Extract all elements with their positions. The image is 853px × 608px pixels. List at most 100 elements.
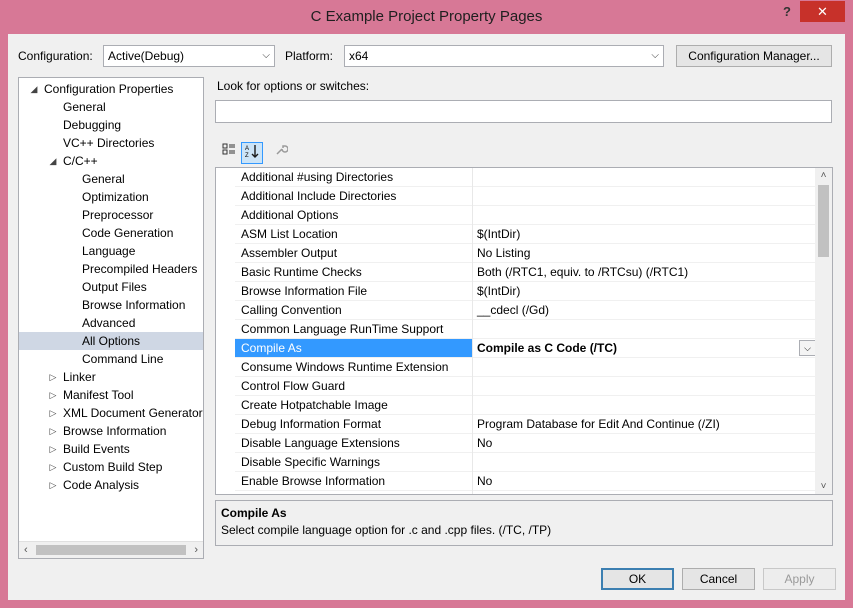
tree-item[interactable]: All Options [19,332,203,350]
tree-item[interactable]: Command Line [19,350,203,368]
scrollbar-thumb[interactable] [818,185,829,257]
property-row[interactable]: Additional #using Directories [235,168,817,187]
close-button[interactable]: ✕ [800,1,845,22]
property-row[interactable]: Basic Runtime Checks Both (/RTC1, equiv. … [235,263,817,282]
tree-item[interactable]: Browse Information [19,296,203,314]
column-divider[interactable] [472,377,473,396]
apply-button[interactable]: Apply [763,568,836,590]
tree-item[interactable]: Language [19,242,203,260]
property-row[interactable]: Consume Windows Runtime Extension [235,358,817,377]
property-row[interactable]: Disable Language Extensions No [235,434,817,453]
configuration-select[interactable]: Active(Debug) ⌵ [103,45,275,67]
property-row[interactable]: Create Hotpatchable Image [235,396,817,415]
column-divider[interactable] [472,244,473,263]
column-divider[interactable] [472,168,473,187]
tree-item[interactable]: ▷ Browse Information [19,422,203,440]
property-row[interactable]: Enable C++ Exceptions Yes (/EHsc) [235,491,817,494]
scroll-right-icon[interactable]: › [194,542,198,558]
column-divider[interactable] [472,263,473,282]
tree-item[interactable]: ◢ Configuration Properties [19,80,203,98]
property-row[interactable]: Control Flow Guard [235,377,817,396]
property-value[interactable]: __cdecl (/Gd) [477,301,549,319]
alphabetical-sort-icon[interactable]: AZ [241,142,263,164]
tree-item[interactable]: Advanced [19,314,203,332]
property-row[interactable]: Enable Browse Information No [235,472,817,491]
column-divider[interactable] [472,358,473,377]
help-button[interactable]: ? [775,3,799,23]
property-row[interactable]: Common Language RunTime Support [235,320,817,339]
expanded-arrow-icon[interactable]: ◢ [29,80,39,98]
collapsed-arrow-icon[interactable]: ▷ [48,422,58,440]
chevron-down-icon[interactable]: ⌵ [799,340,816,356]
collapsed-arrow-icon[interactable]: ▷ [48,386,58,404]
collapsed-arrow-icon[interactable]: ▷ [48,404,58,422]
scroll-up-icon[interactable]: ˄ [815,170,832,181]
column-divider[interactable] [472,301,473,320]
collapsed-arrow-icon[interactable]: ▷ [48,458,58,476]
property-pages-wrench-icon[interactable] [270,142,292,164]
property-row[interactable]: Disable Specific Warnings [235,453,817,472]
property-value[interactable]: Program Database for Edit And Continue (… [477,415,720,433]
property-value[interactable]: Yes (/EHsc) [477,491,540,494]
search-input[interactable] [215,100,832,123]
scroll-left-icon[interactable]: ‹ [24,542,28,558]
column-divider[interactable] [472,453,473,472]
property-row[interactable]: Browse Information File $(IntDir) [235,282,817,301]
tree-item[interactable]: VC++ Directories [19,134,203,152]
tree-item[interactable]: ▷ Linker [19,368,203,386]
property-tree[interactable]: ▷ Code Analysis ▷ Custom Build Step ▷ Build E… [18,77,204,559]
tree-item[interactable]: ▷ Manifest Tool [19,386,203,404]
property-row[interactable]: Debug Information Format Program Database… [235,415,817,434]
configuration-manager-button[interactable]: Configuration Manager... [676,45,832,67]
property-grid[interactable]: Enable C++ ExceptionsYes (/EHsc)Enable B… [215,167,833,495]
property-row[interactable]: Additional Include Directories [235,187,817,206]
column-divider[interactable] [472,206,473,225]
expanded-arrow-icon[interactable]: ◢ [48,152,58,170]
column-divider[interactable] [472,339,473,358]
tree-item[interactable]: ▷ XML Document Generator [19,404,203,422]
collapsed-arrow-icon[interactable]: ▷ [48,368,58,386]
tree-item[interactable]: ▷ Custom Build Step [19,458,203,476]
column-divider[interactable] [472,434,473,453]
property-row[interactable]: Calling Convention __cdecl (/Gd) [235,301,817,320]
property-value[interactable]: $(IntDir) [477,282,520,300]
property-row[interactable]: ASM List Location $(IntDir) [235,225,817,244]
ok-button[interactable]: OK [601,568,674,590]
title-bar[interactable]: C Example Project Property Pages ? ✕ [0,0,853,34]
tree-item[interactable]: Preprocessor [19,206,203,224]
tree-item[interactable]: ▷ Build Events [19,440,203,458]
cancel-button[interactable]: Cancel [682,568,755,590]
property-row[interactable]: Additional Options [235,206,817,225]
property-value[interactable]: $(IntDir) [477,225,520,243]
column-divider[interactable] [472,396,473,415]
column-divider[interactable] [472,187,473,206]
property-value[interactable]: No [477,434,492,452]
tree-item[interactable]: General [19,98,203,116]
scroll-down-icon[interactable]: ˅ [815,481,832,492]
tree-item[interactable]: ◢ C/C++ [19,152,203,170]
column-divider[interactable] [472,472,473,491]
collapsed-arrow-icon[interactable]: ▷ [48,440,58,458]
grid-vertical-scrollbar[interactable]: ˄ ˅ [815,168,832,494]
column-divider[interactable] [472,491,473,494]
tree-horizontal-scrollbar[interactable]: ‹ › [19,541,203,558]
column-divider[interactable] [472,415,473,434]
tree-item[interactable]: General [19,170,203,188]
property-value[interactable]: No Listing [477,244,530,262]
property-value[interactable]: No [477,472,492,490]
column-divider[interactable] [472,320,473,339]
column-divider[interactable] [472,225,473,244]
tree-item[interactable]: Code Generation [19,224,203,242]
tree-item[interactable]: ▷ Code Analysis [19,476,203,494]
tree-item[interactable]: Optimization [19,188,203,206]
property-value[interactable]: Both (/RTC1, equiv. to /RTCsu) (/RTC1) [477,263,688,281]
property-value[interactable]: Compile as C Code (/TC) [477,339,617,357]
collapsed-arrow-icon[interactable]: ▷ [48,476,58,494]
tree-item[interactable]: Output Files [19,278,203,296]
column-divider[interactable] [472,282,473,301]
property-row[interactable]: Compile As Compile as C Code (/TC) ⌵ [235,339,817,358]
platform-select[interactable]: x64 ⌵ [344,45,664,67]
scrollbar-thumb[interactable] [36,545,186,555]
tree-item[interactable]: Precompiled Headers [19,260,203,278]
tree-item[interactable]: Debugging [19,116,203,134]
